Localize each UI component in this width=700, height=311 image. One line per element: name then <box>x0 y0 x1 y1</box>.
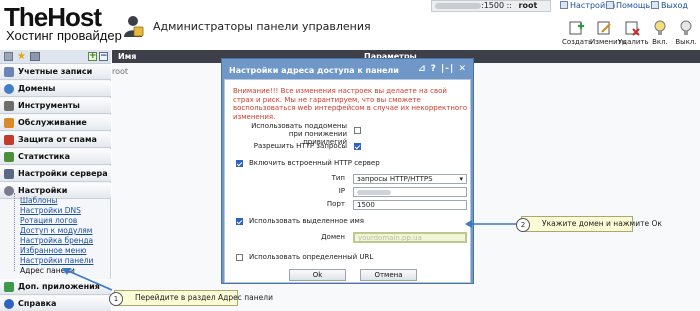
callout-2-arrowhead <box>465 220 472 228</box>
callout-step-1-number: 1 <box>109 292 123 306</box>
callout-step-2: 2 Укажите домен и нажмите Ок <box>516 216 662 232</box>
callout-step-1: 1 Перейдите в раздел Адрес панели <box>109 290 273 306</box>
callout-1-arrow <box>65 269 113 291</box>
arrows-layer <box>62 220 518 291</box>
callout-step-2-text: Укажите домен и нажмите Ок <box>542 219 662 228</box>
callout-step-2-number: 2 <box>516 218 530 232</box>
callout-step-1-text: Перейдите в раздел Адрес панели <box>135 293 273 302</box>
